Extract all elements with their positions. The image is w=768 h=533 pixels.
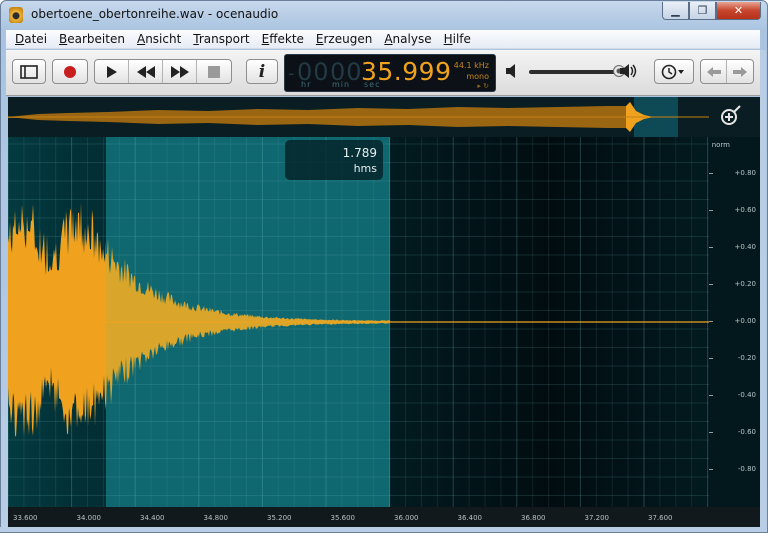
scale-tick xyxy=(709,432,713,433)
maximize-button[interactable]: ❐ xyxy=(689,2,716,20)
history-dropdown-button[interactable] xyxy=(654,59,694,84)
scale-label: +0.80 xyxy=(734,169,756,177)
scale-tick xyxy=(709,469,713,470)
scale-label: +0.40 xyxy=(734,243,756,251)
record-icon xyxy=(64,65,76,78)
menu-bearbeiten[interactable]: Bearbeiten xyxy=(53,32,131,46)
timeline-label: 34.400 xyxy=(140,514,165,522)
back-button[interactable] xyxy=(701,60,727,83)
waveform-overview[interactable] xyxy=(8,97,709,137)
play-button[interactable] xyxy=(95,60,129,83)
scale-tick xyxy=(709,284,713,285)
close-button[interactable]: ✕ xyxy=(716,2,761,20)
play-icon xyxy=(106,65,117,78)
menu-datei[interactable]: Datei xyxy=(9,32,53,46)
timeline-label: 35.200 xyxy=(267,514,292,522)
volume-slider[interactable] xyxy=(529,70,625,74)
rewind-icon xyxy=(136,65,155,78)
history-clock-icon xyxy=(661,64,684,79)
volume-high-icon xyxy=(620,64,637,78)
minimize-button[interactable]: ▁ xyxy=(662,2,689,20)
scale-label: +0.20 xyxy=(734,280,756,288)
sidebar-toggle-button[interactable] xyxy=(12,59,46,84)
scale-tick xyxy=(709,395,713,396)
arrow-right-icon xyxy=(733,66,747,77)
volume-low-icon xyxy=(506,64,515,78)
window-title: obertoene_obertonreihe.wav - ocenaudio xyxy=(31,7,279,21)
stop-icon xyxy=(208,65,220,78)
menu-ansicht[interactable]: Ansicht xyxy=(131,32,187,46)
sample-rate: 44.1 kHz xyxy=(453,61,489,70)
forward-button[interactable] xyxy=(727,60,753,83)
info-button[interactable]: i xyxy=(246,59,278,84)
scale-label: -0.40 xyxy=(737,391,756,399)
time-sign: - xyxy=(288,63,296,84)
scale-label: -0.20 xyxy=(737,354,756,362)
overview-waveform xyxy=(8,102,709,132)
toolbar: i - 00 00 35.999 hr min sec 44.1 kHz mon… xyxy=(6,50,760,96)
zoom-panel xyxy=(709,97,760,137)
scale-header: norm xyxy=(711,141,730,149)
timeline-label: 33.600 xyxy=(13,514,38,522)
title-bar[interactable]: obertoene_obertonreihe.wav - ocenaudio ▁… xyxy=(1,1,767,29)
timeline-label: 34.000 xyxy=(76,514,102,522)
scale-label: -0.80 xyxy=(737,465,756,473)
selection-duration-value: 1.789 xyxy=(342,146,377,160)
scale-label: +0.60 xyxy=(734,206,756,214)
zoom-in-icon[interactable] xyxy=(718,105,744,131)
selection-duration-tooltip: 1.789 hms xyxy=(285,140,383,180)
time-ruler[interactable]: 33.600 34.000 34.400 34.800 35.200 35.600 36.0… xyxy=(8,507,709,527)
fast-forward-icon xyxy=(170,65,189,78)
selection-duration-unit: hms xyxy=(353,162,377,175)
window-border-right xyxy=(760,50,766,527)
timeline-label: 36.000 xyxy=(394,514,419,522)
menu-transport[interactable]: Transport xyxy=(187,32,255,46)
scale-label: +0.00 xyxy=(734,317,756,325)
timeline-label: 34.800 xyxy=(203,514,229,522)
waveform-canvas xyxy=(8,137,709,507)
time-display[interactable]: - 00 00 35.999 hr min sec 44.1 kHz mono … xyxy=(284,54,496,92)
stop-button[interactable] xyxy=(197,60,231,83)
menu-erzeugen[interactable]: Erzeugen xyxy=(310,32,378,46)
waveform-view[interactable] xyxy=(8,137,709,507)
timeline-label: 37.600 xyxy=(648,514,673,522)
scale-tick xyxy=(709,210,713,211)
info-icon: i xyxy=(258,61,266,82)
scale-tick xyxy=(709,247,713,248)
navigation-controls xyxy=(700,59,754,84)
scale-tick xyxy=(709,358,713,359)
ocenaudio-logo-icon xyxy=(9,7,23,23)
menu-effekte[interactable]: Effekte xyxy=(256,32,310,46)
loop-icon: ▸ ↻ xyxy=(477,82,489,90)
timeline-label: 37.200 xyxy=(584,514,610,522)
window-border-bottom xyxy=(0,527,766,532)
record-button[interactable] xyxy=(52,59,88,84)
scale-tick xyxy=(709,321,713,322)
fast-forward-button[interactable] xyxy=(163,60,197,83)
scale-tick xyxy=(709,173,713,174)
time-unit-sec: sec xyxy=(364,80,381,89)
menu-analyse[interactable]: Analyse xyxy=(378,32,437,46)
channel-mode: mono xyxy=(466,72,489,81)
timeline-label: 36.400 xyxy=(457,514,483,522)
scale-label: -0.60 xyxy=(737,428,756,436)
amplitude-scale: norm +0.80 +0.60 +0.40 +0.20 +0.00 -0.20 -0.40… xyxy=(709,137,760,507)
time-unit-hr: hr xyxy=(301,80,312,89)
menu-bar: Datei Bearbeiten Ansicht Transport Effek… xyxy=(6,30,760,49)
timeline-label: 36.800 xyxy=(521,514,546,522)
rewind-button[interactable] xyxy=(129,60,163,83)
timeline-label: 35.600 xyxy=(330,514,356,522)
audio-format-info: 44.1 kHz mono xyxy=(454,60,489,82)
sidebar-toggle-icon xyxy=(20,64,38,79)
arrow-left-icon xyxy=(706,66,721,77)
ruler-corner xyxy=(709,507,760,527)
transport-controls xyxy=(94,59,232,84)
time-unit-min: min xyxy=(332,80,351,89)
menu-hilfe[interactable]: Hilfe xyxy=(438,32,477,46)
